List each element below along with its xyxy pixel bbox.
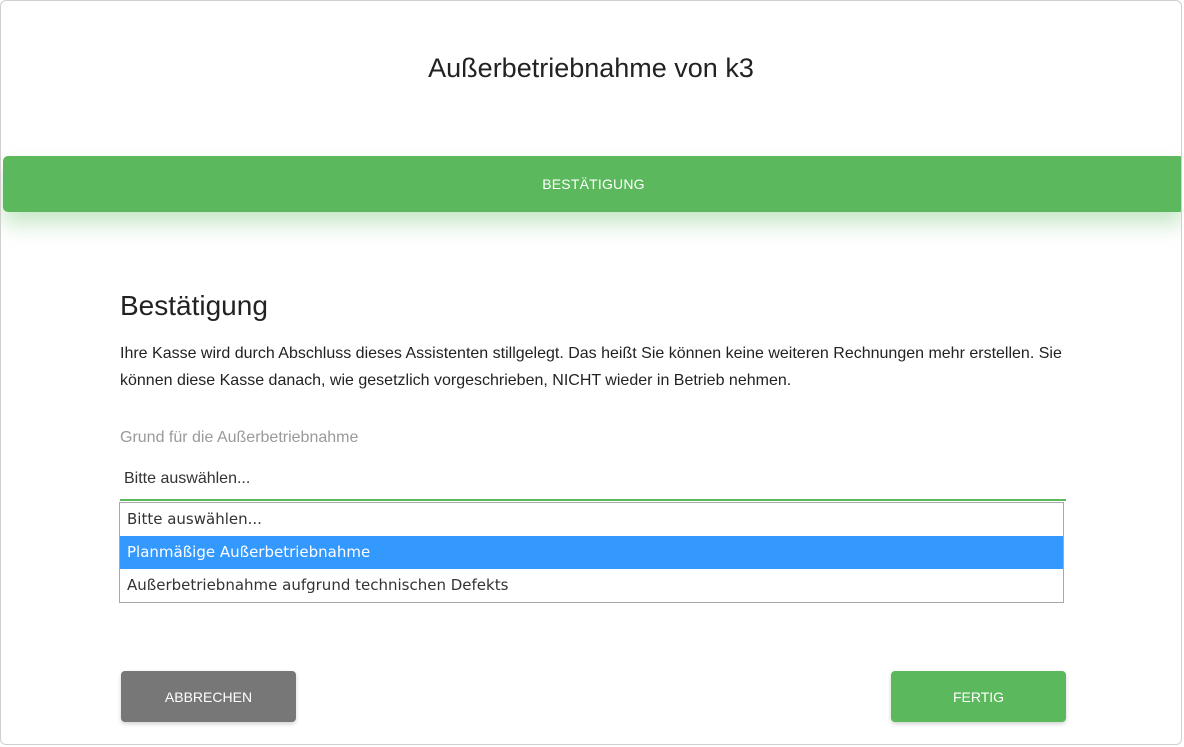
- reason-field-label: Grund für die Außerbetriebnahme: [120, 429, 359, 446]
- reason-dropdown-list: Bitte auswählen... Planmäßige Außerbetri…: [119, 502, 1064, 603]
- reason-select[interactable]: Bitte auswählen...: [120, 459, 1066, 501]
- decommission-dialog: Außerbetriebnahme von k3 BESTÄTIGUNG Bes…: [0, 0, 1182, 745]
- finish-button[interactable]: FERTIG: [891, 671, 1066, 722]
- section-heading: Bestätigung: [120, 290, 268, 321]
- reason-option-technical-defect[interactable]: Außerbetriebnahme aufgrund technischen D…: [120, 569, 1063, 602]
- section-description: Ihre Kasse wird durch Abschluss dieses A…: [120, 345, 1062, 389]
- step-indicator: BESTÄTIGUNG: [3, 156, 1181, 212]
- step-label-confirmation: BESTÄTIGUNG: [542, 176, 645, 192]
- cancel-button[interactable]: ABBRECHEN: [121, 671, 296, 722]
- dialog-title: Außerbetriebnahme von k3: [428, 53, 754, 83]
- confirmation-section: Bestätigung Ihre Kasse wird durch Abschl…: [119, 284, 1066, 603]
- reason-option-placeholder[interactable]: Bitte auswählen...: [120, 503, 1063, 536]
- reason-option-planned[interactable]: Planmäßige Außerbetriebnahme: [120, 536, 1063, 569]
